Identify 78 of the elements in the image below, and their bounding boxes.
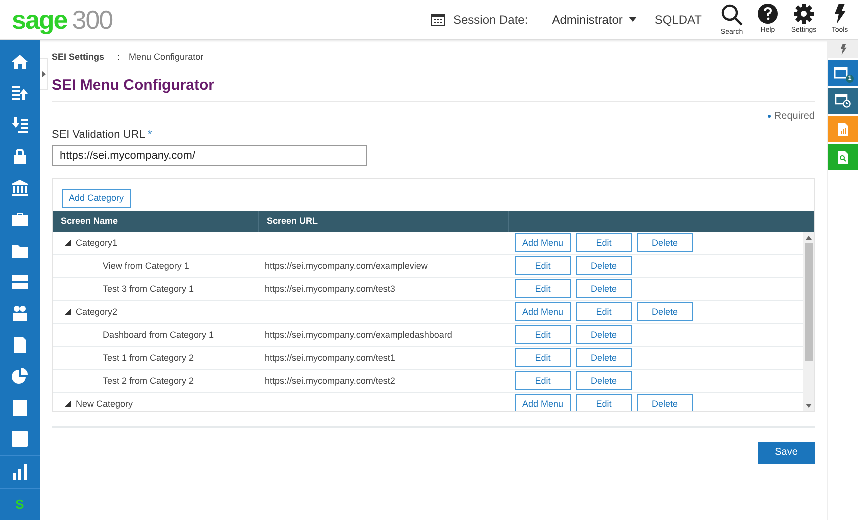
row-action-button[interactable]: Add Menu [515,302,571,321]
row-action-button[interactable]: Edit [515,348,571,367]
scroll-down-icon[interactable] [806,404,812,408]
row-action-button[interactable]: Delete [576,279,632,298]
required-mark: * [148,129,152,141]
row-action-button[interactable]: Add Menu [515,233,571,252]
row-action-button[interactable]: Delete [637,233,693,252]
field-label: SEI Validation URL [52,129,145,141]
home-icon[interactable] [12,54,28,70]
people-icon[interactable] [12,305,28,322]
column-header: Screen Name [60,215,120,228]
screen-name-cell-text: Test 1 from Category 2 [102,352,196,362]
search-document-icon[interactable] [838,150,848,164]
page-title: SEI Menu Configurator [52,77,815,102]
screen-name-cell-text: Dashboard from Category 1 [102,330,216,340]
chart-icon[interactable] [12,464,28,480]
scroll-up-icon[interactable] [806,236,812,240]
calendar-icon [431,13,446,26]
screen-url-cell-text: https://sei.mycompany.com/test3 [264,284,396,294]
panel-toggle[interactable] [40,58,48,90]
lightning-icon [834,4,846,24]
column-header: Screen URL [258,210,508,232]
row-action-button[interactable]: Edit [515,279,571,298]
lightning-icon[interactable] [840,44,846,54]
category-name: New Category [76,398,134,408]
row-action-button[interactable]: Delete [637,394,693,410]
screen-name-cell-text: View from Category 1 [102,260,190,270]
help-icon [758,4,778,24]
expand-toggle-icon[interactable] [65,308,71,314]
screen-url-cell-text: https://sei.mycompany.com/test2 [264,376,396,386]
required-note: Required [774,111,815,122]
required-dot [768,115,772,118]
row-action-button[interactable]: Edit [576,394,632,410]
document-icon[interactable] [12,336,28,353]
export-icon[interactable] [12,116,28,133]
vertical-scrollbar[interactable] [803,232,814,410]
add-category-button[interactable]: Add Category [62,188,132,208]
expand-toggle-icon[interactable] [65,400,71,406]
breadcrumb-current: Menu Configurator [129,52,204,62]
company-name: SQLDAT [654,12,702,26]
row-action-button[interactable]: Edit [515,256,571,275]
search-icon [721,4,743,26]
pie-icon[interactable] [12,368,28,384]
row-action-button[interactable]: Delete [576,256,632,275]
settings-icon [794,4,814,24]
row-action-button[interactable]: Add Menu [515,394,571,410]
row-action-button[interactable]: Delete [576,371,632,390]
breadcrumb-separator: : [118,52,120,62]
lock-icon[interactable] [12,148,28,164]
screen-name-cell-text: Test 3 from Category 1 [102,284,196,294]
expand-toggle-icon[interactable] [65,240,71,246]
import-icon[interactable] [12,85,28,102]
briefcase-icon[interactable] [12,211,28,228]
row-action-button[interactable]: Delete [576,325,632,344]
screen-name-cell-text: Test 2 from Category 2 [102,376,196,386]
row-action-button[interactable]: Edit [515,325,571,344]
screen-url-cell-text: https://sei.mycompany.com/exampleview [264,260,429,270]
caret-icon [628,17,637,22]
row-action-button[interactable]: Edit [576,302,632,321]
row-action-button[interactable]: Edit [515,371,571,390]
url-input-field[interactable]: https://sei.mycompany.com/ [52,145,367,166]
sage-logo: sage 300 [12,4,113,34]
row-action-button[interactable]: Delete [637,302,693,321]
row-action-button[interactable]: Edit [576,233,632,252]
screen-url-cell-text: https://sei.mycompany.com/exampledashboard [264,330,454,340]
folder-icon[interactable] [12,242,28,259]
save-button[interactable]: Save [758,442,815,464]
expand-arrow-icon [42,70,46,78]
bank-icon[interactable] [12,180,28,196]
breadcrumb-link[interactable]: SEI Settings [52,52,105,62]
window-clock-icon[interactable] [835,94,851,108]
user-dropdown[interactable]: Administrator [552,12,637,26]
category-name: Category2 [76,306,118,316]
screen-url-cell-text: https://sei.mycompany.com/test1 [264,352,396,362]
category-name: Category1 [76,238,118,248]
row-action-button[interactable]: Delete [576,348,632,367]
archive-icon[interactable] [12,274,28,290]
session-date-label: Session Date: [453,12,528,26]
